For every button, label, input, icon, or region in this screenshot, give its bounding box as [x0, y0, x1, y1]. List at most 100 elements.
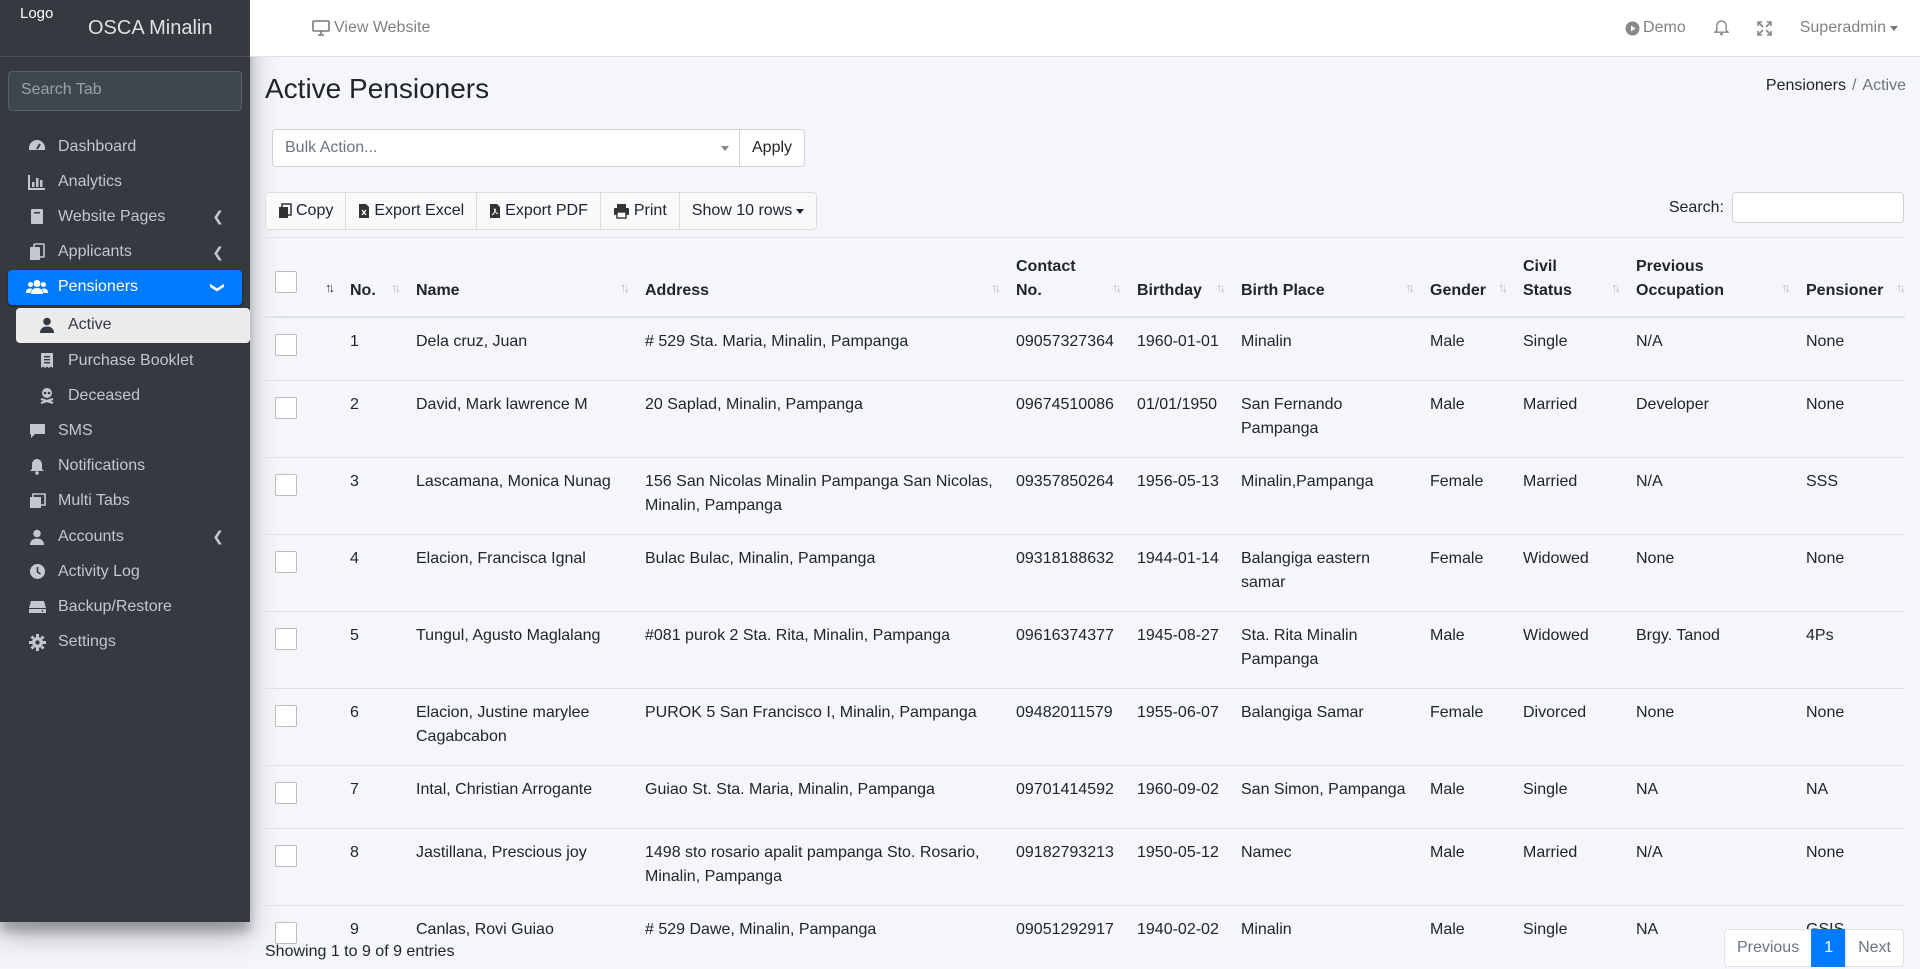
- user-menu-dropdown[interactable]: Superadmin: [1800, 19, 1898, 37]
- cell-gender: Female: [1420, 456, 1513, 534]
- row-checkbox[interactable]: [275, 921, 297, 944]
- sidebar-search-input[interactable]: Search Tab: [8, 71, 242, 111]
- sidebar-item-analytics[interactable]: Analytics: [8, 164, 242, 199]
- column-header-civil-status[interactable]: Civil Status ↑↓: [1513, 237, 1626, 318]
- sidebar-item-settings[interactable]: Settings: [8, 625, 242, 660]
- cell-gender: Male: [1420, 827, 1513, 905]
- sidebar-item-backup-restore[interactable]: Backup/Restore: [8, 589, 242, 624]
- copy-button[interactable]: Copy: [265, 192, 347, 230]
- column-header-gender[interactable]: Gender ↑↓: [1420, 237, 1513, 318]
- export-excel-button[interactable]: Export Excel: [345, 192, 478, 230]
- sort-icon: ↑↓: [991, 279, 1001, 295]
- select-all-checkbox[interactable]: [275, 270, 297, 293]
- sidebar-item-notifications[interactable]: Notifications: [8, 449, 242, 484]
- table-row[interactable]: 6 Elacion, Justine marylee Cagabcabon PURO…: [265, 687, 1905, 765]
- pagination-page-1[interactable]: 1: [1811, 929, 1847, 967]
- cell-pensioner: SSS: [1796, 456, 1905, 534]
- sidebar-nav: Dashboard Analytics Website Pages ❮ Appl…: [0, 119, 250, 305]
- demo-link[interactable]: Demo: [1625, 19, 1686, 37]
- user-icon: [26, 527, 48, 547]
- breadcrumb-current: Active: [1862, 77, 1906, 94]
- search-label: Search:: [1668, 198, 1724, 216]
- table-row[interactable]: 3 Lascamana, Monica Nunag 156 San Nicolas …: [265, 456, 1905, 534]
- gear-icon: [26, 632, 48, 652]
- sidebar-item-sms[interactable]: SMS: [8, 414, 242, 449]
- row-checkbox[interactable]: [275, 550, 297, 573]
- cell-birthday: 1945-08-27: [1127, 610, 1231, 688]
- table-row[interactable]: 8 Jastillana, Prescious joy 1498 sto rosar…: [265, 827, 1905, 905]
- cell-address: 20 Saplad, Minalin, Pampanga: [635, 379, 1006, 457]
- bell-icon: [1713, 20, 1729, 36]
- sidebar-subitem-deceased[interactable]: Deceased: [16, 378, 250, 413]
- apply-button[interactable]: Apply: [740, 129, 806, 167]
- cell-name: Intal, Christian Arrogante: [406, 764, 635, 828]
- table-row[interactable]: 4 Elacion, Francisca Ignal Bulac Bulac, Mi…: [265, 533, 1905, 611]
- row-checkbox[interactable]: [275, 396, 297, 419]
- table-search: Search:: [1669, 192, 1904, 223]
- sidebar-item-dashboard[interactable]: Dashboard: [8, 129, 242, 164]
- cell-gender: Male: [1420, 610, 1513, 688]
- column-header-address[interactable]: Address ↑↓: [635, 237, 1006, 318]
- cell-contact: 09482011579: [1006, 687, 1127, 765]
- table-search-input[interactable]: [1732, 192, 1904, 223]
- sidebar-item-accounts[interactable]: Accounts ❮: [8, 519, 242, 554]
- hdd-icon: [26, 597, 48, 617]
- pagination-previous[interactable]: Previous: [1723, 929, 1813, 967]
- sidebar-item-applicants[interactable]: Applicants ❮: [8, 235, 242, 270]
- sidebar-item-label: Activity Log: [58, 562, 140, 580]
- column-header-name[interactable]: Name ↑↓: [406, 237, 635, 318]
- table-row[interactable]: 2 David, Mark lawrence M 20 Saplad, Minali…: [265, 379, 1905, 457]
- breadcrumb-pensioners-link[interactable]: Pensioners: [1766, 77, 1846, 94]
- cell-civil-status: Single: [1513, 904, 1626, 968]
- column-header-pensioner[interactable]: Pensioner ↑↓: [1796, 237, 1906, 318]
- print-button[interactable]: Print: [599, 192, 680, 230]
- pagination-next[interactable]: Next: [1845, 929, 1904, 967]
- sidebar-item-label: Multi Tabs: [58, 492, 130, 510]
- row-checkbox[interactable]: [275, 781, 297, 804]
- book-icon: [26, 207, 48, 227]
- brand-link[interactable]: Logo OSCA Minalin: [0, 0, 250, 57]
- row-checkbox[interactable]: [275, 844, 297, 867]
- view-website-link[interactable]: View Website: [312, 19, 430, 37]
- column-header-no[interactable]: No. ↑↓: [340, 237, 406, 318]
- table-row[interactable]: 9 Canlas, Rovi Guiao # 529 Dawe, Minalin, …: [265, 904, 1905, 968]
- sort-icon[interactable]: ↑↓: [325, 276, 335, 300]
- fullscreen-button[interactable]: [1756, 20, 1772, 36]
- cell-birth-place: Sta. Rita Minalin Pampanga: [1231, 610, 1420, 688]
- sort-icon: ↑↓: [620, 279, 630, 295]
- export-pdf-button[interactable]: Export PDF: [476, 192, 601, 230]
- column-header-previous-occupation[interactable]: Previous Occupation ↑↓: [1626, 237, 1796, 318]
- notifications-button[interactable]: [1713, 20, 1729, 36]
- table-row[interactable]: 5 Tungul, Agusto Maglalang #081 purok 2 St…: [265, 610, 1905, 688]
- sidebar-item-multi-tabs[interactable]: Multi Tabs: [8, 484, 242, 519]
- column-header-birthday[interactable]: Birthday ↑↓: [1127, 237, 1231, 318]
- sidebar-subitem-purchase-booklet[interactable]: Purchase Booklet: [16, 343, 250, 378]
- row-checkbox[interactable]: [275, 627, 297, 650]
- sidebar-item-pensioners[interactable]: Pensioners ❮: [8, 269, 242, 305]
- page-length-dropdown[interactable]: Show 10 rows: [678, 192, 818, 230]
- bulk-action-select[interactable]: Bulk Action...: [272, 129, 740, 167]
- row-checkbox[interactable]: [275, 704, 297, 727]
- cell-previous-occupation: NA: [1626, 764, 1796, 828]
- row-checkbox[interactable]: [275, 333, 297, 356]
- sidebar-item-activity-log[interactable]: Activity Log: [8, 554, 242, 589]
- sort-icon: ↑↓: [1781, 279, 1791, 295]
- brand-title: OSCA Minalin: [88, 16, 213, 39]
- select-all-header: ↑↓: [265, 237, 340, 318]
- table-row[interactable]: 7 Intal, Christian Arrogante Guiao St. Sta…: [265, 764, 1905, 828]
- cell-name: Tungul, Agusto Maglalang: [406, 610, 635, 688]
- caret-down-icon: [1890, 25, 1898, 31]
- expand-icon: [1756, 20, 1772, 36]
- menu-toggle-icon[interactable]: [272, 21, 288, 35]
- clock-icon: [26, 562, 48, 582]
- cell-previous-occupation: N/A: [1626, 316, 1796, 380]
- cell-pensioner: NA: [1796, 764, 1905, 828]
- sidebar-subitem-active[interactable]: Active: [16, 307, 250, 343]
- table-row[interactable]: 1 Dela cruz, Juan # 529 Sta. Maria, Minali…: [265, 316, 1905, 380]
- file-pdf-icon: [490, 204, 501, 218]
- column-header-birth-place[interactable]: Birth Place ↑↓: [1231, 237, 1420, 318]
- row-checkbox[interactable]: [275, 473, 297, 496]
- column-header-contact[interactable]: Contact No. ↑↓: [1006, 237, 1127, 318]
- table-export-buttons: Copy Export Excel Export PDF Print Show …: [265, 192, 818, 230]
- sidebar-item-website-pages[interactable]: Website Pages ❮: [8, 199, 242, 234]
